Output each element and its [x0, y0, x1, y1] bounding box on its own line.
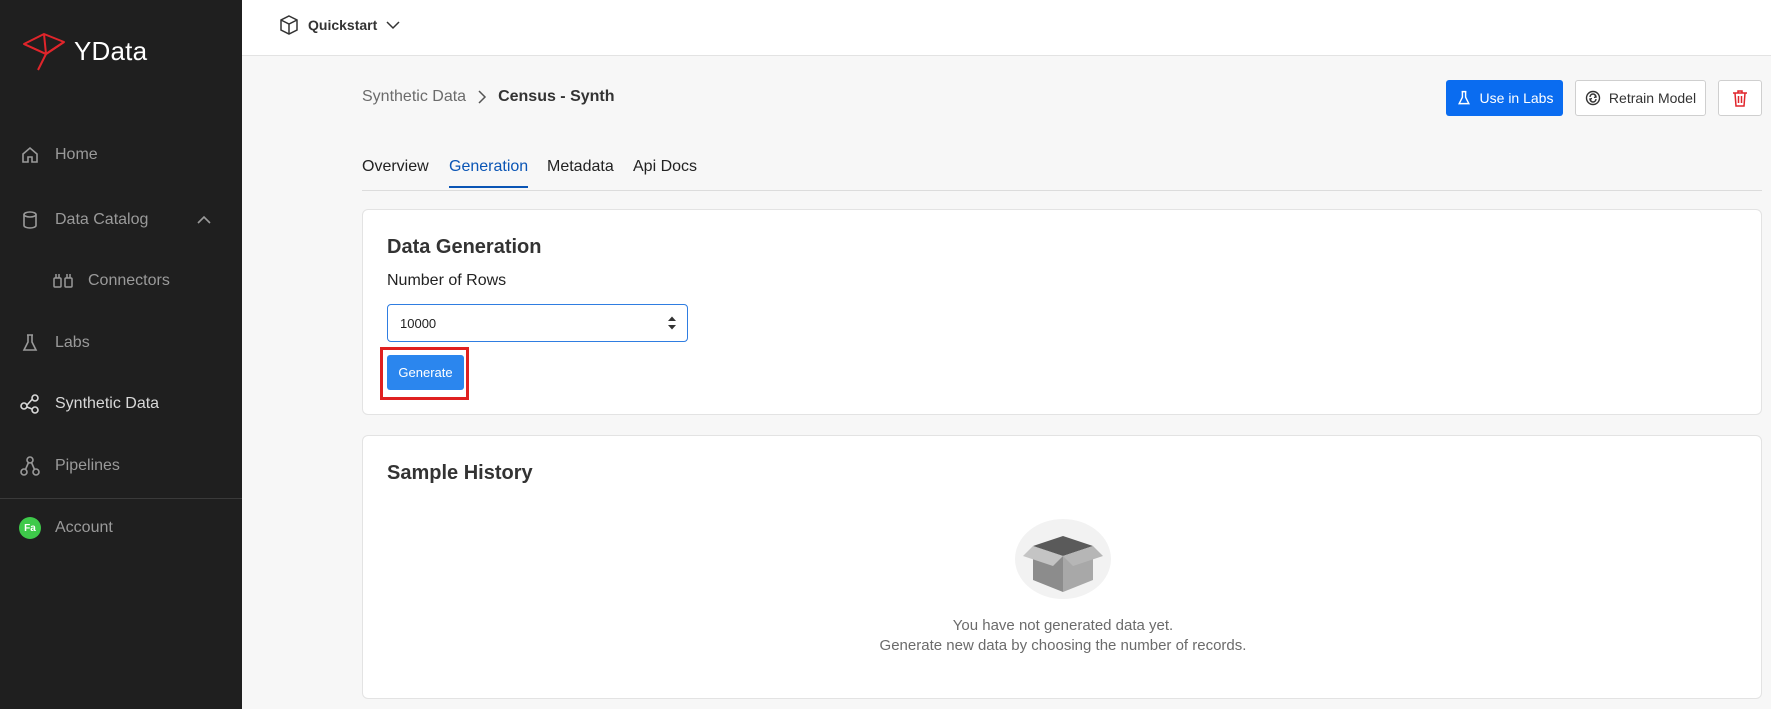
tab-generation[interactable]: Generation: [449, 158, 529, 188]
sidebar-item-home[interactable]: Home: [0, 135, 242, 175]
chevron-down-icon: [386, 21, 400, 30]
tab-overview[interactable]: Overview: [362, 158, 429, 186]
empty-box-icon: [1015, 519, 1111, 599]
share-nodes-icon: [19, 393, 41, 415]
tab-metadata[interactable]: Metadata: [547, 158, 614, 186]
use-in-labs-label: Use in Labs: [1479, 90, 1554, 106]
stepper-icon[interactable]: [667, 315, 677, 331]
retrain-model-label: Retrain Model: [1608, 90, 1697, 106]
connectors-icon: [52, 270, 74, 292]
empty-message-line2: Generate new data by choosing the number…: [879, 637, 1247, 654]
breadcrumb: Synthetic Data Census - Synth: [362, 88, 615, 106]
sidebar-item-label: Synthetic Data: [55, 395, 160, 412]
home-icon: [19, 144, 41, 166]
sidebar: YData Home Data Catalog Connectors Labs …: [0, 0, 242, 709]
breadcrumb-current: Census - Synth: [498, 88, 615, 105]
cube-icon: [280, 15, 298, 35]
sidebar-item-connectors[interactable]: Connectors: [0, 261, 242, 301]
sidebar-item-label: Pipelines: [55, 457, 120, 474]
sidebar-divider: [0, 498, 242, 499]
data-generation-title: Data Generation: [387, 236, 542, 258]
rows-label: Number of Rows: [387, 272, 507, 289]
top-bar: Quickstart: [242, 0, 1771, 56]
chevron-right-icon: [476, 90, 488, 104]
chevron-up-icon[interactable]: [196, 212, 212, 233]
tab-bar: Overview Generation Metadata Api Docs: [362, 150, 1762, 191]
rows-value: 10000: [400, 315, 437, 331]
avatar-wrapper: Fa: [19, 517, 41, 539]
flask-icon: [19, 332, 41, 354]
use-in-labs-button[interactable]: Use in Labs: [1446, 80, 1563, 116]
sidebar-item-synthetic-data[interactable]: Synthetic Data: [0, 384, 242, 424]
rows-input[interactable]: 10000: [387, 304, 688, 342]
tab-api-docs[interactable]: Api Docs: [633, 158, 697, 186]
avatar: Fa: [19, 517, 41, 539]
sidebar-item-pipelines[interactable]: Pipelines: [0, 446, 242, 486]
ydata-logo-icon: [23, 33, 65, 71]
sidebar-item-label: Connectors: [88, 272, 170, 289]
trash-icon: [1733, 90, 1747, 107]
flask-icon: [1457, 90, 1470, 105]
ydata-logo[interactable]: YData: [20, 30, 147, 72]
retrain-model-button[interactable]: Retrain Model: [1575, 80, 1706, 116]
sidebar-item-label: Data Catalog: [55, 211, 149, 228]
project-name: Quickstart: [308, 17, 378, 33]
database-icon: [19, 209, 41, 231]
refresh-icon: [1585, 90, 1601, 106]
sample-history-title: Sample History: [387, 462, 533, 484]
project-selector[interactable]: Quickstart: [278, 14, 401, 36]
data-generation-card: Data Generation Number of Rows 10000 Gen…: [362, 209, 1762, 415]
delete-button[interactable]: [1718, 80, 1762, 116]
sidebar-item-labs[interactable]: Labs: [0, 323, 242, 363]
pipeline-icon: [19, 455, 41, 477]
sidebar-item-account[interactable]: Fa Account: [0, 508, 242, 548]
generate-button[interactable]: Generate: [387, 355, 464, 390]
sidebar-item-label: Home: [55, 146, 98, 163]
sidebar-item-label: Labs: [55, 334, 90, 351]
empty-message-line1: You have not generated data yet.: [952, 617, 1174, 634]
sidebar-item-label: Account: [55, 519, 113, 536]
sidebar-item-data-catalog[interactable]: Data Catalog: [0, 200, 242, 240]
breadcrumb-parent[interactable]: Synthetic Data: [362, 88, 466, 106]
app-name: YData: [74, 35, 148, 66]
sample-history-card: Sample History You have not generated da…: [362, 435, 1762, 699]
